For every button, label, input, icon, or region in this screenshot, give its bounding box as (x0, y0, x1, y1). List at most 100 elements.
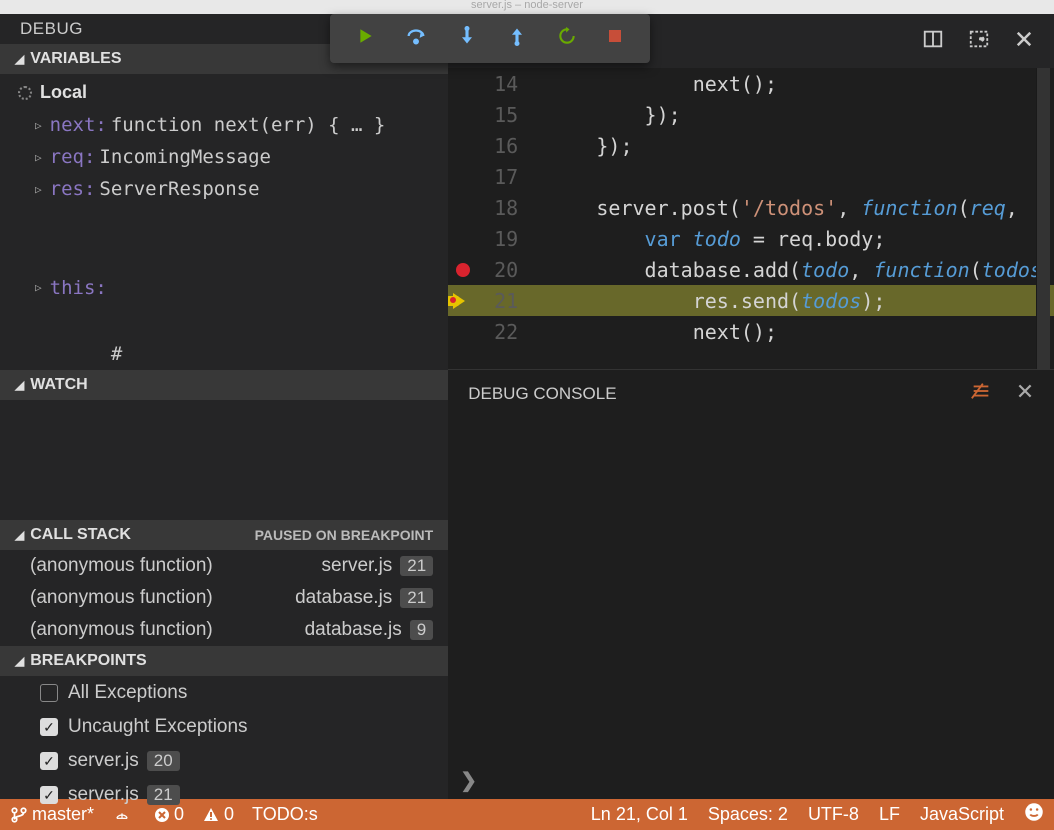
section-breakpoints[interactable]: ◢ BREAKPOINTS (0, 646, 448, 676)
git-sync-icon[interactable] (112, 806, 136, 824)
frame-file: database.js (295, 587, 392, 609)
debug-console-title: DEBUG CONSOLE (468, 384, 616, 404)
line-number: 20 (478, 258, 538, 282)
code-content: }); (538, 103, 680, 127)
window-titlebar: server.js – node-server (0, 0, 1054, 14)
collapse-icon: ◢ (15, 528, 24, 542)
callstack-frame[interactable]: (anonymous function) database.js 21 (0, 582, 448, 614)
collapse-icon: ◢ (15, 378, 24, 392)
code-line[interactable]: 14 next(); (448, 68, 1054, 99)
breakpoint-row[interactable]: ✓ server.js20 (0, 744, 448, 778)
language-mode[interactable]: JavaScript (920, 804, 1004, 825)
stop-button[interactable] (607, 28, 623, 49)
frame-line: 21 (400, 588, 433, 608)
status-bar: master* 0 0 TODO:s Ln 21, Col 1 Spaces: … (0, 799, 1054, 830)
scrollbar[interactable] (1036, 68, 1050, 369)
step-into-button[interactable] (457, 26, 477, 51)
breakpoint-row[interactable]: ✓ Uncaught Exceptions (0, 710, 448, 744)
breakpoint-line: 20 (147, 751, 180, 771)
code-line[interactable]: 22 next(); (448, 316, 1054, 347)
line-number: 21 (478, 289, 538, 313)
checkbox[interactable]: ✓ (40, 786, 58, 804)
frame-file: server.js (322, 555, 393, 577)
eol[interactable]: LF (879, 804, 900, 825)
breakpoint-line: 21 (147, 785, 180, 805)
sidebar-title: DEBUG (20, 19, 83, 39)
checkbox[interactable] (40, 684, 58, 702)
variable-row[interactable]: ▷ this: # (0, 205, 448, 370)
code-content: var todo = req.body; (538, 227, 885, 251)
step-over-button[interactable] (405, 25, 427, 52)
breakpoint-row[interactable]: All Exceptions (0, 676, 448, 710)
debug-sidebar: DEBUG Launch ◢ VARIABLES Local ▷ next: f… (0, 14, 448, 799)
split-editor-icon[interactable] (922, 28, 944, 55)
frame-line: 21 (400, 556, 433, 576)
code-content: next(); (538, 72, 777, 96)
variable-row[interactable]: ▷ res: ServerResponse (0, 173, 448, 205)
line-number: 15 (478, 103, 538, 127)
line-number: 19 (478, 227, 538, 251)
expand-icon: ▷ (35, 151, 42, 164)
variable-value: ServerResponse (99, 178, 259, 200)
breakpoint-dot-icon[interactable] (456, 263, 470, 277)
variable-value: # (111, 210, 422, 365)
line-number: 16 (478, 134, 538, 158)
warnings-count[interactable]: 0 (202, 804, 234, 825)
step-out-button[interactable] (507, 26, 527, 51)
variable-name: res: (50, 178, 96, 200)
expand-icon: ▷ (35, 183, 42, 196)
code-line[interactable]: 18 server.post('/todos', function(req, (448, 192, 1054, 223)
line-number: 17 (478, 165, 538, 189)
editor-area: 14 next(); 15 }); 16 }); 17 18 server.po… (448, 14, 1054, 799)
close-console-icon[interactable] (1016, 382, 1034, 405)
variables-scope[interactable]: Local (0, 74, 448, 109)
todos-button[interactable]: TODO:s (252, 804, 318, 825)
code-line[interactable]: 19 var todo = req.body; (448, 223, 1054, 254)
debug-console-panel: DEBUG CONSOLE ❯ (448, 369, 1054, 799)
code-line[interactable]: 21 res.send(todos); (448, 285, 1054, 316)
code-line[interactable]: 16 }); (448, 130, 1054, 161)
errors-count[interactable]: 0 (154, 804, 184, 825)
checkbox[interactable]: ✓ (40, 752, 58, 770)
clear-console-icon[interactable] (970, 380, 992, 407)
code-editor[interactable]: 14 next(); 15 }); 16 }); 17 18 server.po… (448, 68, 1054, 369)
breakpoint-label: server.js (68, 784, 139, 806)
collapse-icon: ◢ (15, 52, 24, 66)
variable-value: IncomingMessage (99, 146, 271, 168)
code-content: database.add(todo, function(todos) (538, 258, 1054, 282)
code-content: }); (538, 134, 632, 158)
variable-name: this: (50, 277, 107, 299)
expand-icon: ▷ (35, 281, 42, 294)
debug-toolbar[interactable] (330, 14, 650, 63)
variable-value: function next(err) { … } (111, 114, 386, 136)
breakpoint-label: All Exceptions (68, 682, 187, 704)
line-number: 18 (478, 196, 538, 220)
feedback-icon[interactable] (1024, 802, 1044, 827)
variable-row[interactable]: ▷ req: IncomingMessage (0, 141, 448, 173)
close-editor-icon[interactable] (1014, 29, 1034, 54)
section-callstack[interactable]: ◢ CALL STACK PAUSED ON BREAKPOINT (0, 520, 448, 550)
cursor-position[interactable]: Ln 21, Col 1 (591, 804, 688, 825)
section-watch[interactable]: ◢ WATCH (0, 370, 448, 400)
console-input[interactable]: ❯ (448, 762, 1054, 799)
code-content: res.send(todos); (538, 289, 885, 313)
encoding[interactable]: UTF-8 (808, 804, 859, 825)
variable-name: req: (50, 146, 96, 168)
callstack-frame[interactable]: (anonymous function) server.js 21 (0, 550, 448, 582)
restart-button[interactable] (557, 26, 577, 51)
checkbox[interactable]: ✓ (40, 718, 58, 736)
console-output[interactable] (448, 417, 1054, 762)
line-number: 14 (478, 72, 538, 96)
code-line[interactable]: 20 database.add(todo, function(todos) (448, 254, 1054, 285)
breakpoint-label: Uncaught Exceptions (68, 716, 248, 738)
code-line[interactable]: 17 (448, 161, 1054, 192)
collapse-icon: ◢ (15, 654, 24, 668)
git-branch[interactable]: master* (10, 804, 94, 825)
continue-button[interactable] (357, 27, 375, 50)
indentation[interactable]: Spaces: 2 (708, 804, 788, 825)
code-line[interactable]: 15 }); (448, 99, 1054, 130)
toggle-preview-icon[interactable] (968, 28, 990, 55)
frame-function: (anonymous function) (30, 619, 305, 641)
callstack-frame[interactable]: (anonymous function) database.js 9 (0, 614, 448, 646)
variable-row[interactable]: ▷ next: function next(err) { … } (0, 109, 448, 141)
